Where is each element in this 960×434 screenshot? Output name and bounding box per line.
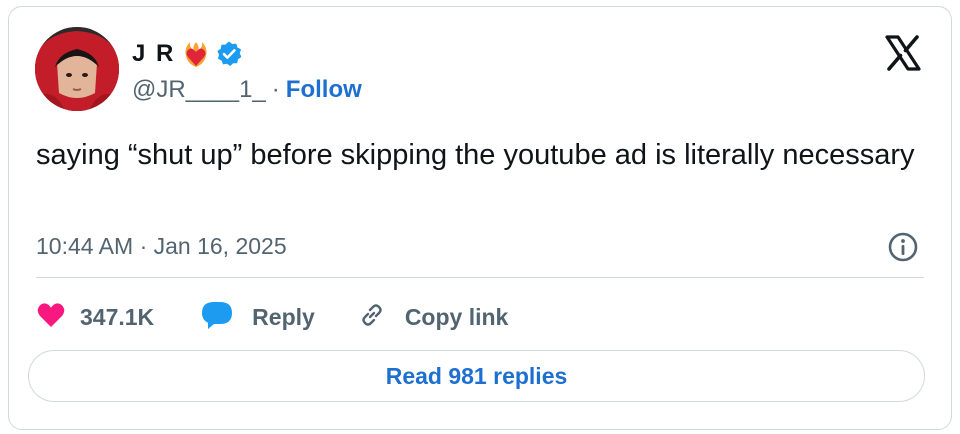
tweet-card: J R @JR____1_ · Follow saying “shut up” … [8,6,952,430]
action-bar: 347.1K Reply Copy link [36,297,508,337]
heart-icon [36,301,66,334]
divider [36,277,924,278]
link-icon [357,300,387,335]
name-row: J R [132,37,243,71]
x-logo-icon[interactable] [883,33,923,73]
display-name[interactable]: J R [132,40,175,68]
heart-on-fire-icon [181,39,211,69]
separator: · [271,76,280,103]
copy-link-label: Copy link [404,303,509,330]
verified-badge-icon [215,40,243,68]
reply-label: Reply [252,303,315,330]
read-replies-button[interactable]: Read 981 replies [28,350,925,402]
copy-link-button[interactable]: Copy link [357,300,509,335]
reply-bubble-icon [200,300,234,335]
like-button[interactable]: 347.1K [36,301,154,334]
info-icon[interactable] [887,231,919,263]
timestamp[interactable]: 10:44 AM · Jan 16, 2025 [36,233,287,260]
handle-row: @JR____1_ · Follow [132,75,362,105]
like-count: 347.1K [80,303,155,330]
reply-button[interactable]: Reply [200,300,315,335]
avatar[interactable] [35,27,119,111]
tweet-text: saying “shut up” before skipping the you… [36,139,915,171]
follow-button[interactable]: Follow [286,76,362,104]
handle[interactable]: @JR____1_ [132,76,266,104]
